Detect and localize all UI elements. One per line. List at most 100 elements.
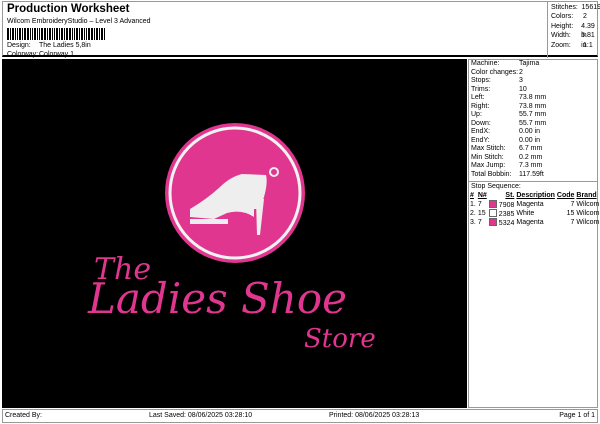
machine-info-row: Down: 55.7 mm xyxy=(469,120,597,129)
barcode-bar xyxy=(19,28,21,40)
barcode-bar xyxy=(39,28,40,40)
row-index: 3. xyxy=(470,219,476,226)
row-code: 15 xyxy=(566,210,575,217)
barcode-bar xyxy=(17,28,18,40)
info-label: Max Stitch: xyxy=(471,145,506,152)
machine-info-panel: Machine: Tajima Color changes: 2 Stops: 3 Trim… xyxy=(468,59,600,408)
design-preview: The Ladies Shoe Store xyxy=(2,59,467,408)
stat-label: Width: xyxy=(551,32,571,40)
stitch-count: 2385 xyxy=(498,211,515,218)
stat-row: Width: 5.81 in xyxy=(551,31,600,49)
machine-info-row: Total Bobbin: 117.59ft xyxy=(469,171,597,180)
info-value: 3 xyxy=(519,77,523,84)
stat-label: Stitches: xyxy=(551,4,578,11)
table-row: 1. 7 7908 Magenta 7 Wilcom xyxy=(470,200,600,209)
stat-label: Zoom: xyxy=(551,41,571,49)
stitch-count: 5324 xyxy=(498,220,515,227)
embroidery-design: The Ladies Shoe Store xyxy=(87,123,376,354)
machine-info-row: Trims: 10 xyxy=(469,86,597,95)
stat-value: 15619 xyxy=(581,4,600,11)
col-brand: Brand xyxy=(576,192,597,199)
info-label: EndX: xyxy=(471,128,491,135)
info-value: 73.8 mm xyxy=(519,102,547,110)
info-label: Down: xyxy=(471,119,491,127)
barcode-bar xyxy=(64,28,65,40)
row-code: 7 xyxy=(570,219,575,226)
col-description: Description xyxy=(516,192,555,199)
barcode-bar xyxy=(52,28,53,40)
stat-label: Colors: xyxy=(551,13,574,21)
worksheet-header: Production Worksheet Wilcom EmbroiderySt… xyxy=(2,1,600,58)
machine-info-row: Up: 55.7 mm xyxy=(469,111,597,120)
info-value: 55.7 mm xyxy=(519,111,547,118)
barcode-bar xyxy=(94,28,95,40)
barcode-bar xyxy=(69,28,71,40)
info-value: 73.8 mm xyxy=(519,94,547,101)
row-brand: Wilcom xyxy=(576,219,600,226)
design-text-store: Store xyxy=(304,324,376,354)
barcode-bar xyxy=(59,28,60,40)
info-label: Stops: xyxy=(471,77,491,84)
last-saved: Last Saved: 08/06/2025 03:28:10 xyxy=(149,412,253,419)
col-stitches: St. xyxy=(505,192,515,199)
design-value: The Ladies 5,8in xyxy=(39,42,91,49)
barcode-bar xyxy=(27,28,29,40)
barcode-bar xyxy=(7,28,9,40)
info-label: Trims: xyxy=(471,85,491,93)
barcode-bar xyxy=(72,28,73,40)
info-value: 0.2 mm xyxy=(519,153,543,161)
barcode-bar xyxy=(84,28,85,40)
stat-value: 4.39 in xyxy=(581,22,595,40)
design-text-ladies-shoe: Ladies Shoe xyxy=(87,274,347,323)
barcode-bar xyxy=(61,28,63,40)
barcode-bar xyxy=(74,28,75,40)
barcode-bar xyxy=(79,28,80,40)
stat-row: Stitches: 15619 xyxy=(551,3,600,12)
barcode-bar xyxy=(91,28,93,40)
barcode-bar xyxy=(99,28,100,40)
barcode-bar xyxy=(88,28,90,40)
barcode xyxy=(7,28,133,40)
stat-value: 2 xyxy=(583,13,587,21)
machine-info-row: EndY: 0.00 in xyxy=(469,137,597,146)
barcode-bar xyxy=(44,28,46,40)
design-label: Design: xyxy=(7,42,31,49)
barcode-bar xyxy=(104,28,105,40)
colorway-value: Colorway 1 xyxy=(39,51,75,58)
colorway-label: Colorway: xyxy=(7,51,39,58)
info-value: 0.00 in xyxy=(519,128,541,135)
design-stats: Stitches: 15619 Colors: 2 Height: 4.39 in W… xyxy=(547,2,600,58)
barcode-bar xyxy=(30,28,31,40)
machine-info-row: Right: 73.8 mm xyxy=(469,103,597,112)
barcode-bar xyxy=(37,28,38,40)
machine-info-row: Stops: 3 xyxy=(469,77,597,86)
stat-value: 1:1 xyxy=(583,41,593,49)
machine-info-list: Machine: Tajima Color changes: 2 Stops: 3 Trim… xyxy=(469,60,597,179)
info-label: EndY: xyxy=(471,136,490,144)
stat-value: 5.81 in xyxy=(581,32,595,49)
barcode-bar xyxy=(86,28,87,40)
printed-date: Printed: 08/06/2025 03:28:13 xyxy=(329,412,420,419)
barcode-bar xyxy=(54,28,55,40)
table-header-row: # N# St. Description Code Brand xyxy=(470,191,600,200)
row-needle: 15 xyxy=(477,210,486,217)
color-swatch xyxy=(488,200,497,208)
info-value: 55.7 mm xyxy=(519,119,547,127)
color-swatch xyxy=(488,209,497,217)
info-value: 0.00 in xyxy=(519,136,541,144)
barcode-bar xyxy=(49,28,51,40)
info-value: 6.7 mm xyxy=(519,145,543,152)
info-label: Right: xyxy=(471,102,490,110)
barcode-bar xyxy=(66,28,68,40)
barcode-bar xyxy=(15,28,16,40)
barcode-bar xyxy=(10,28,11,40)
stat-row: Colors: 2 xyxy=(551,12,600,21)
col-index: # xyxy=(470,192,474,199)
info-label: Machine: xyxy=(471,60,500,67)
machine-info-row: Machine: Tajima xyxy=(469,60,597,69)
row-brand: Wilcom xyxy=(576,210,600,217)
stat-label: Height: xyxy=(551,22,574,30)
page-number: Page 1 of 1 xyxy=(559,412,595,419)
table-row: 2. 15 2385 White 15 Wilcom xyxy=(470,209,600,218)
col-needle: N# xyxy=(477,192,487,199)
